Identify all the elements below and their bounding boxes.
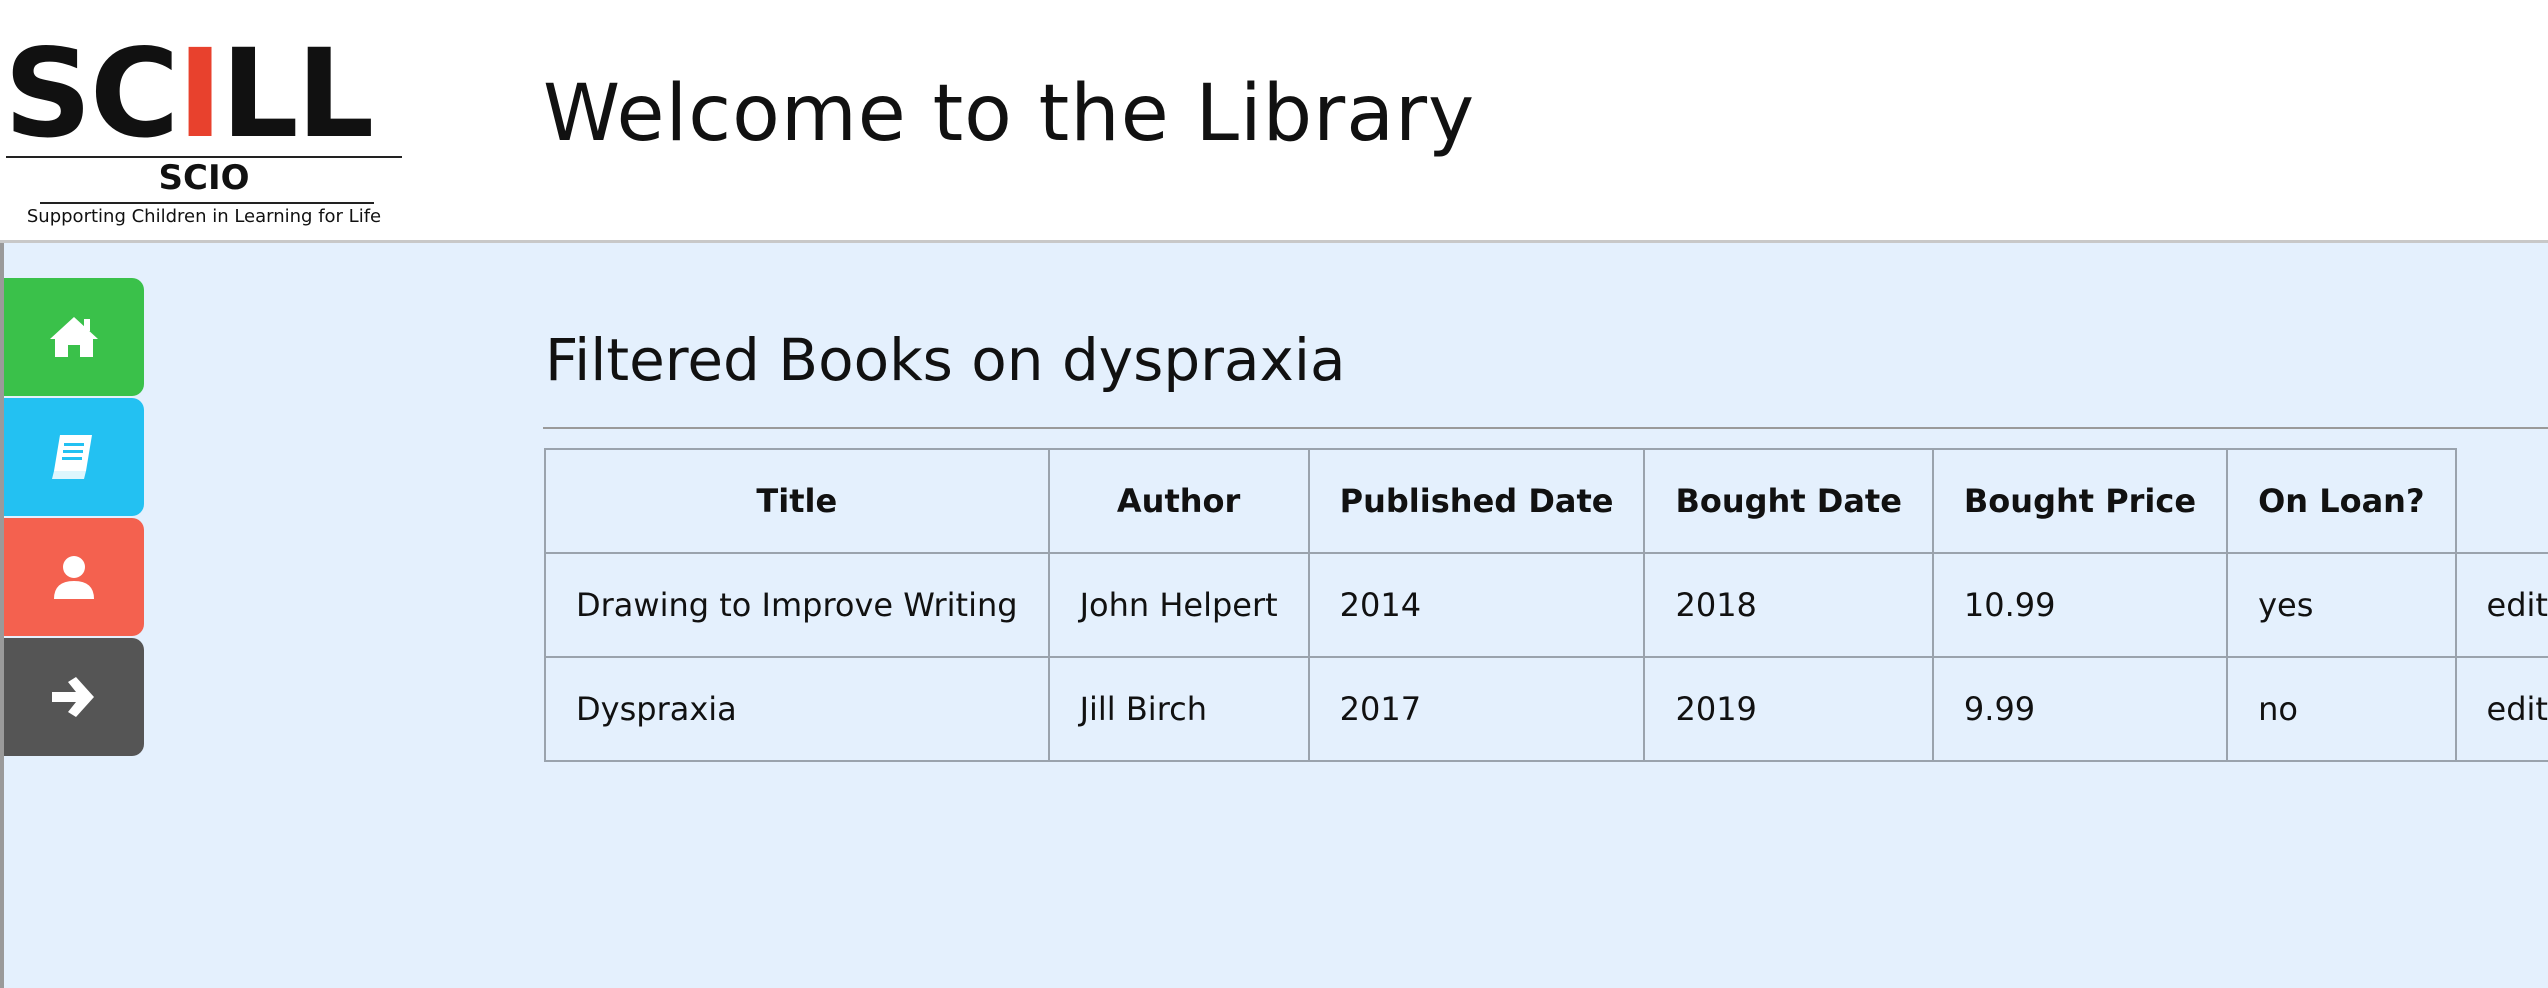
column-header-title: Title [544,448,1050,554]
nav-books-button[interactable] [4,398,144,516]
scill-logo[interactable]: SCILL SCIO Supporting Children in Learni… [4,32,404,228]
logo-subtitle: SCIO [158,158,250,198]
column-header-bought-date: Bought Date [1643,448,1934,554]
cell-on-loan: no [2226,656,2457,762]
heading-divider [543,427,2548,429]
cell-published-date: 2017 [1307,656,1646,762]
page-header: SCILL SCIO Supporting Children in Learni… [0,0,2548,243]
nav-logout-button[interactable] [4,638,144,756]
table-row: Dyspraxia Jill Birch 2017 2019 9.99 no e… [544,656,2548,762]
page-heading: Filtered Books on dyspraxia [545,326,1346,394]
user-icon [54,556,94,599]
cell-actions: edit [2454,656,2548,762]
cell-title: Dyspraxia [544,656,1050,762]
site-title: Welcome to the Library [543,69,1476,159]
edit-link[interactable]: edit [2487,690,2548,728]
cell-bought-price: 10.99 [1931,552,2229,658]
cell-bought-date: 2019 [1643,656,1934,762]
arrow-right-icon [52,677,94,717]
column-header-author: Author [1047,448,1310,554]
cell-bought-date: 2018 [1643,552,1934,658]
column-header-on-loan: On Loan? [2226,448,2457,554]
cell-title: Drawing to Improve Writing [544,552,1050,658]
book-icon [52,435,92,479]
cell-bought-price: 9.99 [1931,656,2229,762]
cell-actions: edit [2454,552,2548,658]
column-header-bought-price: Bought Price [1931,448,2229,554]
books-table: Title Author Published Date Bought Date … [544,448,2548,762]
home-icon [50,317,98,357]
cell-on-loan: yes [2226,552,2457,658]
edit-link[interactable]: edit [2487,586,2548,624]
column-header-published-date: Published Date [1307,448,1646,554]
column-header-actions [2455,449,2548,554]
nav-user-button[interactable] [4,518,144,636]
logo-tagline: Supporting Children in Learning for Life [26,206,382,227]
nav-home-button[interactable] [4,278,144,396]
cell-author: John Helpert [1047,552,1310,658]
logo-wordmark: SCILL [4,23,374,165]
table-row: Drawing to Improve Writing John Helpert … [544,552,2548,658]
cell-published-date: 2014 [1307,552,1646,658]
cell-author: Jill Birch [1047,656,1310,762]
table-header-row: Title Author Published Date Bought Date … [544,448,2548,554]
